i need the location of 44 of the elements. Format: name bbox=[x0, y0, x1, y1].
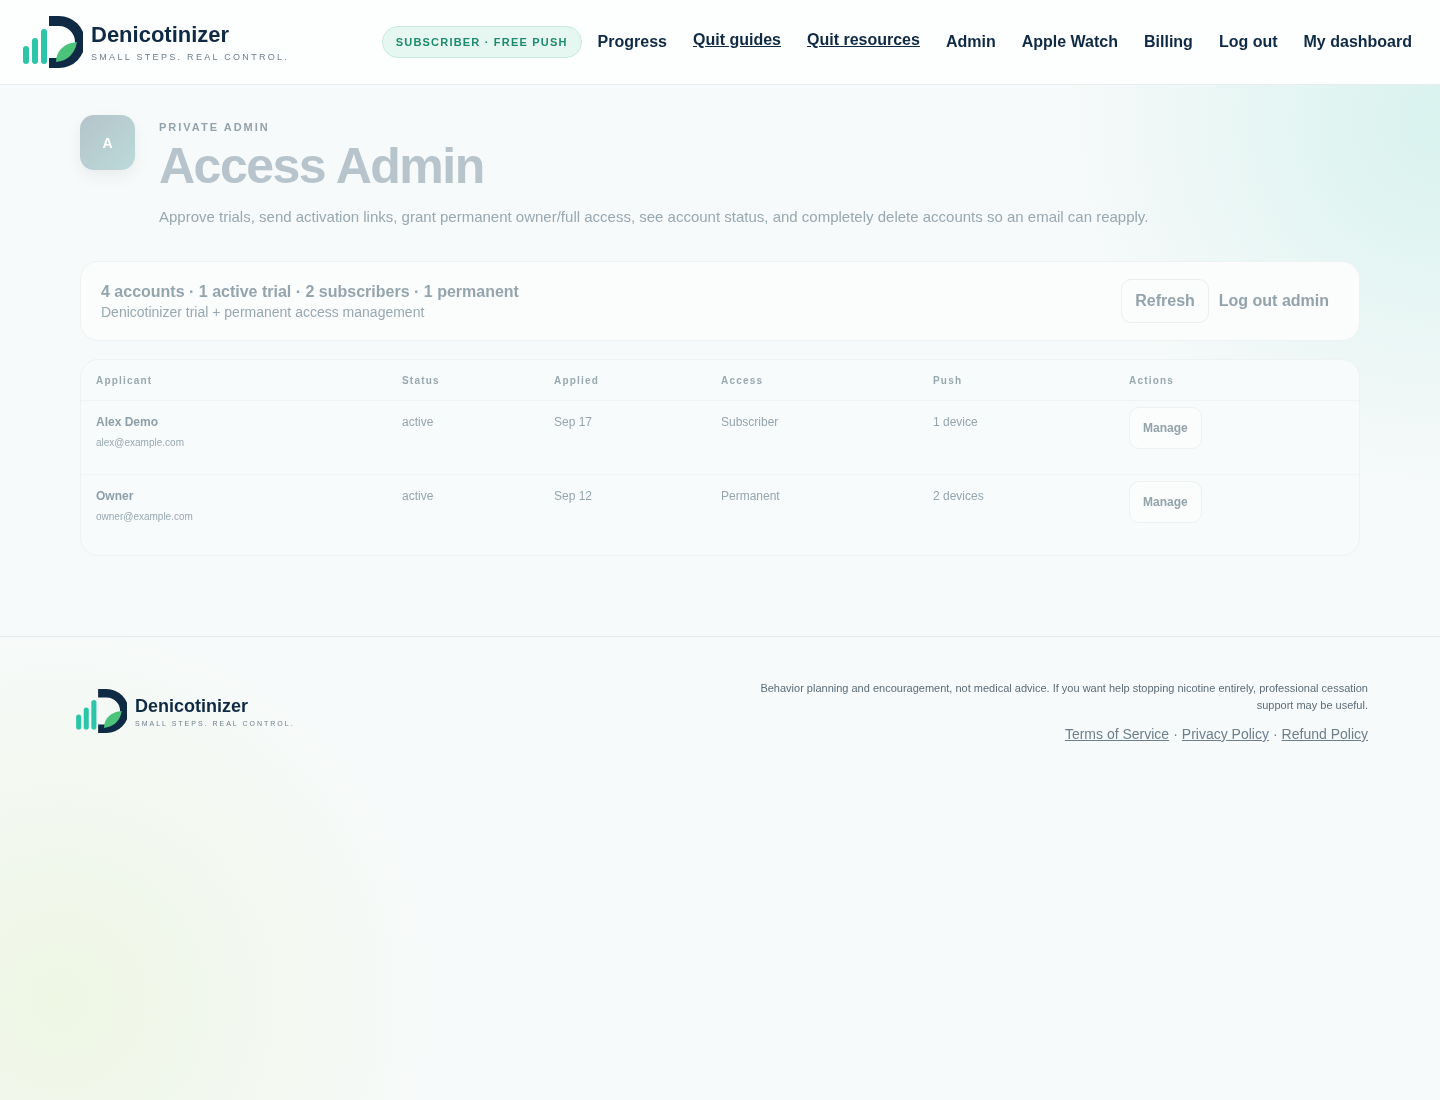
plan-badge: SUBSCRIBER · FREE PUSH bbox=[381, 26, 582, 58]
footer-link[interactable]: Privacy Policy bbox=[1181, 726, 1269, 742]
nav-link[interactable]: Admin bbox=[945, 33, 996, 51]
applicant-email: alex@example.com bbox=[96, 437, 185, 448]
disclaimer-text: Behavior planning and encouragement, not medical advice. If you want help stopping nicotine entirely, professional cessation support may be useful. bbox=[759, 681, 1368, 713]
column-header: Applied bbox=[554, 374, 601, 386]
table-cell-text: Sep 17 bbox=[554, 415, 594, 431]
table-cell-text: Subscriber bbox=[721, 415, 780, 431]
applicant-name: Owner bbox=[96, 489, 135, 503]
footer-link[interactable]: Refund Policy bbox=[1281, 726, 1368, 742]
logo-icon bbox=[76, 689, 127, 733]
nav-link[interactable]: Log out bbox=[1218, 33, 1278, 51]
nav-link[interactable]: Progress bbox=[597, 33, 667, 51]
column-header: Status bbox=[402, 374, 441, 386]
brand-name: Denicotinizer bbox=[135, 695, 250, 717]
page-title: Access Admin bbox=[159, 139, 485, 194]
column-header: Access bbox=[721, 374, 765, 386]
applicant-name: Alex Demo bbox=[96, 415, 160, 429]
column-header: Actions bbox=[1129, 374, 1176, 386]
column-header: Applicant bbox=[96, 374, 154, 386]
footer-link[interactable]: Terms of Service bbox=[1064, 726, 1170, 742]
nav-link[interactable]: Apple Watch bbox=[1021, 33, 1118, 51]
nav-link[interactable]: Quit guides bbox=[693, 31, 781, 49]
avatar: A bbox=[80, 115, 135, 170]
page-description: Approve trials, send activation links, grant permanent owner/full access, see account status, and completely delete accounts so an email can reapply. bbox=[159, 208, 1149, 225]
applicant-email: owner@example.com bbox=[96, 511, 194, 522]
table-cell-text: 1 device bbox=[933, 415, 979, 431]
nav-link[interactable]: Quit resources bbox=[807, 31, 920, 49]
nav-link[interactable]: My dashboard bbox=[1303, 33, 1412, 51]
logo-icon bbox=[23, 16, 83, 68]
brand-name: Denicotinizer bbox=[91, 22, 231, 48]
column-header: Push bbox=[933, 374, 964, 386]
table-cell-text: 2 devices bbox=[933, 489, 985, 505]
table-cell-text: Sep 12 bbox=[554, 489, 594, 505]
eyebrow-label: PRIVATE ADMIN bbox=[159, 121, 271, 133]
table-cell-text: active bbox=[402, 415, 435, 431]
link-separator: · bbox=[1173, 726, 1178, 742]
summary-subtitle: Denicotinizer trial + permanent access management bbox=[101, 303, 426, 320]
brand-tagline: SMALL STEPS. REAL CONTROL. bbox=[91, 52, 290, 62]
table-cell-text: active bbox=[402, 489, 435, 505]
account-counts: 4 accounts · 1 active trial · 2 subscribers · 1 permanent bbox=[101, 282, 519, 301]
table-cell-text: Permanent bbox=[721, 489, 781, 505]
nav-link[interactable]: Billing bbox=[1144, 33, 1193, 51]
link-separator: · bbox=[1272, 726, 1278, 742]
